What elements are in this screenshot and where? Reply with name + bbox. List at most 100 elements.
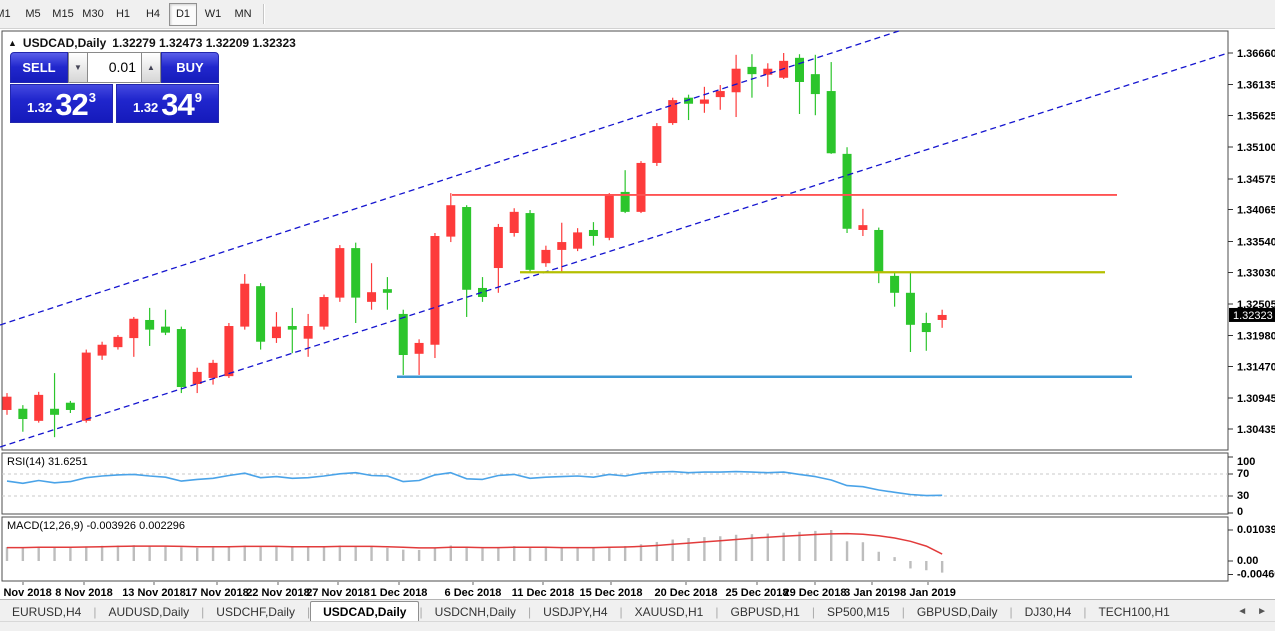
candle-body — [637, 163, 646, 212]
timeframe-button-h1[interactable]: H1 — [109, 3, 137, 26]
volume-decrease-button[interactable]: ▼ — [68, 52, 88, 83]
chart-tab-xauusd-h1[interactable]: XAUUSD,H1 — [623, 603, 716, 622]
axis-label: 1 Dec 2018 — [371, 587, 428, 599]
candle-body — [98, 345, 107, 356]
axis-label: 0.00 — [1237, 555, 1258, 567]
chart-tab-gbpusd-h1[interactable]: GBPUSD,H1 — [718, 603, 811, 622]
candle-body — [494, 227, 503, 268]
chart-tab-usdchf-daily[interactable]: USDCHF,Daily — [204, 603, 307, 622]
macd-name: MACD(12,26,9) — [7, 520, 83, 532]
price-axis: 1.366601.361351.356251.351001.345751.340… — [1228, 48, 1275, 436]
axis-label: 29 Dec 2018 — [784, 587, 847, 599]
macd-panel-frame — [2, 517, 1228, 581]
buy-price-pip-digit: 9 — [195, 90, 202, 105]
timeframe-button-m1[interactable]: M1 — [0, 3, 17, 26]
timeframe-button-w1[interactable]: W1 — [199, 3, 227, 26]
axis-label: 1.31470 — [1237, 361, 1275, 373]
candle-body — [288, 326, 297, 330]
volume-input[interactable]: 0.01 — [88, 52, 141, 83]
axis-label: 17 Nov 2018 — [185, 587, 249, 599]
timeframe-toolbar: M1M5M15M30H1H4D1W1MN — [0, 0, 1275, 29]
chart-tab-tech100-h1[interactable]: TECH100,H1 — [1086, 603, 1181, 622]
axis-label: 1.36660 — [1237, 48, 1275, 60]
axis-label: 1.35625 — [1237, 111, 1275, 123]
rsi-indicator-label: RSI(14) 31.6251 — [7, 456, 88, 468]
timeframe-button-h4[interactable]: H4 — [139, 3, 167, 26]
timeframe-button-m5[interactable]: M5 — [19, 3, 47, 26]
chart-tabs-bar: EURUSD,H4|AUDUSD,Daily|USDCHF,Daily|USDC… — [0, 599, 1275, 622]
buy-price-prefix: 1.32 — [133, 98, 158, 118]
axis-label: 25 Dec 2018 — [726, 587, 789, 599]
axis-label: 13 Nov 2018 — [122, 587, 186, 599]
axis-label: 22 Nov 2018 — [246, 587, 310, 599]
candle-body — [732, 69, 741, 93]
buy-button[interactable]: BUY — [161, 52, 219, 83]
tab-scroll-right-icon[interactable]: ► — [1257, 606, 1267, 617]
axis-label: 3 Nov 2018 — [0, 587, 52, 599]
current-price-tag: 1.32323 — [1229, 308, 1275, 322]
candle-body — [272, 327, 281, 338]
candle-body — [209, 363, 218, 378]
candle-body — [589, 230, 598, 236]
sell-price-pip-digit: 3 — [89, 90, 96, 105]
axis-label: 1.34575 — [1237, 174, 1275, 186]
candle-body — [890, 276, 899, 293]
chart-title: ▲ USDCAD,Daily 1.32279 1.32473 1.32209 1… — [8, 36, 296, 50]
one-click-trading-widget: SELL ▼ 0.01 ▲ BUY 1.32 32 3 1.32 34 9 — [10, 52, 219, 123]
rsi-panel-frame — [2, 453, 1228, 514]
buy-price-panel[interactable]: 1.32 34 9 — [116, 84, 219, 123]
chart-symbol-label: USDCAD,Daily — [23, 36, 106, 50]
chart-tab-audusd-daily[interactable]: AUDUSD,Daily — [96, 603, 201, 622]
sell-price-panel[interactable]: 1.32 32 3 — [10, 84, 113, 123]
chart-tab-usdcnh-daily[interactable]: USDCNH,Daily — [423, 603, 528, 622]
rsi-value: 31.6251 — [48, 456, 88, 468]
candle-body — [446, 205, 455, 236]
axis-label: 8 Jan 2019 — [900, 587, 956, 599]
timeframe-button-mn[interactable]: MN — [229, 3, 257, 26]
candle-body — [811, 74, 820, 94]
axis-label: 1.32323 — [1233, 310, 1273, 322]
chart-tab-usdcad-daily[interactable]: USDCAD,Daily — [310, 601, 419, 622]
rsi-name: RSI(14) — [7, 456, 45, 468]
candle-body — [938, 315, 947, 320]
candle-body — [858, 225, 867, 230]
chart-tab-gbpusd-daily[interactable]: GBPUSD,Daily — [905, 603, 1010, 622]
timeframe-button-m30[interactable]: M30 — [79, 3, 107, 26]
volume-increase-button[interactable]: ▲ — [141, 52, 161, 83]
tab-scroll-left-icon[interactable]: ◄ — [1237, 606, 1247, 617]
candle-body — [415, 343, 424, 354]
chart-tab-eurusd-h4[interactable]: EURUSD,H4 — [0, 603, 93, 622]
macd-indicator-label: MACD(12,26,9) -0.003926 0.002296 — [7, 520, 185, 532]
sell-price-prefix: 1.32 — [27, 98, 52, 118]
candle-body — [50, 409, 59, 415]
buy-price-big-digits: 34 — [161, 92, 193, 118]
macd-values: -0.003926 0.002296 — [86, 520, 184, 532]
toolbar-separator — [263, 4, 265, 24]
candle-body — [320, 297, 329, 327]
axis-label: 15 Dec 2018 — [580, 587, 643, 599]
candle-body — [82, 353, 91, 421]
collapse-arrow-icon[interactable]: ▲ — [8, 38, 17, 48]
timeframe-button-d1[interactable]: D1 — [169, 3, 197, 26]
candle-body — [335, 248, 344, 298]
chart-tab-sp500-m15[interactable]: SP500,M15 — [815, 603, 902, 622]
chart-window: 1.366601.361351.356251.351001.345751.340… — [0, 29, 1275, 599]
axis-label: 1.33030 — [1237, 267, 1275, 279]
candle-body — [526, 213, 535, 270]
axis-label: 1.30435 — [1237, 424, 1275, 436]
candle-body — [145, 320, 154, 330]
candle-body — [462, 207, 471, 290]
chart-tab-usdjpy-h4[interactable]: USDJPY,H4 — [531, 603, 619, 622]
candle-body — [383, 289, 392, 293]
chart-tab-dj30-h4[interactable]: DJ30,H4 — [1013, 603, 1084, 622]
date-axis: 3 Nov 20188 Nov 201813 Nov 201817 Nov 20… — [0, 582, 956, 599]
axis-label: 1.36135 — [1237, 80, 1275, 92]
trading-terminal-window: M1M5M15M30H1H4D1W1MN 1.36660 1.36135 1.356… — [0, 0, 1275, 631]
candle-body — [510, 212, 519, 233]
candle-body — [906, 293, 915, 325]
candle-body — [652, 126, 661, 163]
timeframe-button-m15[interactable]: M15 — [49, 3, 77, 26]
axis-label: 70 — [1237, 468, 1249, 480]
sell-button[interactable]: SELL — [10, 52, 68, 83]
axis-label: 3 Jan 2019 — [844, 587, 900, 599]
